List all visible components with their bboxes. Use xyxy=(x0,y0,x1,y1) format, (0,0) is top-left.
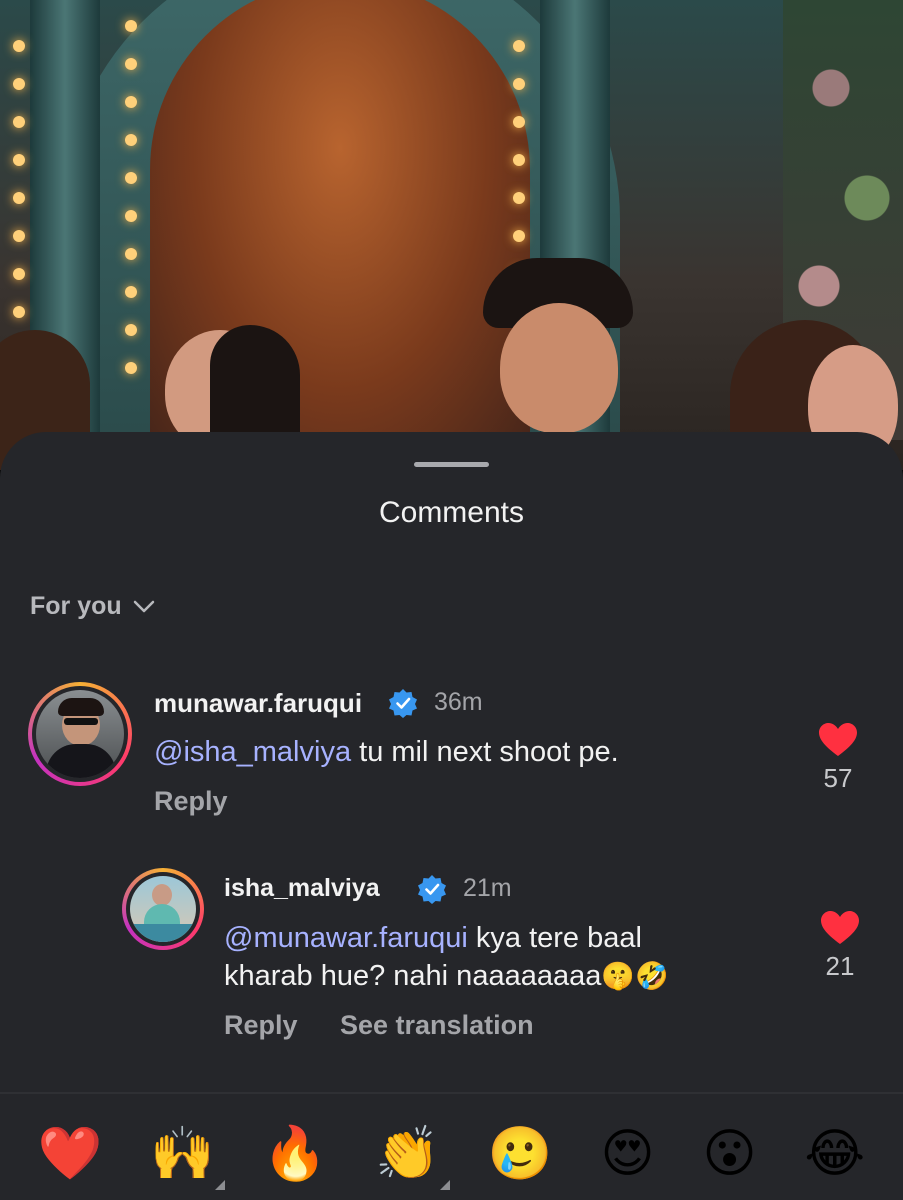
reaction-raising-hands-icon[interactable]: 🙌 xyxy=(150,1124,226,1190)
like-button[interactable]: 21 xyxy=(812,910,868,982)
reply-comment-item: isha_malviya 21m @munawar.faruqui kya te… xyxy=(0,868,903,1068)
comment-text: @isha_malviya tu mil next shoot pe. xyxy=(154,734,619,772)
sheet-drag-handle[interactable] xyxy=(414,462,489,467)
heart-icon xyxy=(821,911,859,944)
reply-button[interactable]: Reply xyxy=(154,786,228,817)
divider xyxy=(0,1092,903,1094)
reply-button[interactable]: Reply xyxy=(224,1010,298,1041)
verified-badge-icon xyxy=(418,875,446,904)
mention-link[interactable]: @isha_malviya xyxy=(154,736,351,768)
sort-filter-label: For you xyxy=(30,592,122,620)
chevron-down-icon xyxy=(133,600,154,612)
sort-filter-dropdown[interactable]: For you xyxy=(30,592,156,621)
stage-lights-far-left xyxy=(8,40,30,344)
reaction-crying-face-icon[interactable]: 🥲 xyxy=(488,1124,553,1184)
reaction-fire-icon[interactable]: 🔥 xyxy=(263,1124,328,1184)
heart-icon xyxy=(819,723,857,756)
like-button[interactable]: 57 xyxy=(810,722,866,794)
comment-body: tu mil next shoot pe. xyxy=(351,736,619,768)
reaction-tears-of-joy-icon[interactable]: 😂 xyxy=(804,1124,865,1184)
comment-body-line1: kya tere baal xyxy=(467,922,642,954)
stage-lights-left xyxy=(120,20,142,400)
sheet-title: Comments xyxy=(378,496,525,529)
comment-username[interactable]: munawar.faruqui xyxy=(154,688,362,719)
avatar[interactable] xyxy=(122,868,204,950)
reel-video[interactable] xyxy=(0,0,903,470)
comment-item: munawar.faruqui 36m @isha_malviya tu mil… xyxy=(0,682,903,832)
reaction-heart-icon[interactable]: ❤️ xyxy=(38,1124,103,1184)
avatar[interactable] xyxy=(28,682,132,786)
see-translation-button[interactable]: See translation xyxy=(340,1010,534,1041)
app-frame: Comments For you munawar.faruqui 36m @is… xyxy=(0,0,903,1200)
reaction-heart-eyes-icon[interactable]: 😍 xyxy=(600,1124,654,1184)
reaction-clapping-hands-icon[interactable]: 👏 xyxy=(375,1124,451,1190)
mention-link[interactable]: @munawar.faruqui xyxy=(224,922,468,954)
like-count: 57 xyxy=(823,763,853,793)
comment-emoji: 🤫🤣 xyxy=(601,960,669,992)
comment-text: @munawar.faruqui kya tere baal kharab hu… xyxy=(224,920,669,995)
comment-timestamp: 36m xyxy=(434,688,483,716)
like-count: 21 xyxy=(825,951,855,981)
comment-username[interactable]: isha_malviya xyxy=(224,874,380,903)
verified-badge-icon xyxy=(389,689,417,718)
reaction-surprised-face-icon[interactable]: 😮 xyxy=(702,1124,756,1184)
comment-body-line2: kharab hue? nahi naaaaaaaa xyxy=(224,959,602,992)
comments-sheet: Comments For you munawar.faruqui 36m @is… xyxy=(0,432,903,1200)
quick-reaction-bar: ❤️ 🙌 🔥 👏 🥲 😍 😮 😂 xyxy=(0,1108,903,1200)
comment-timestamp: 21m xyxy=(463,874,512,902)
